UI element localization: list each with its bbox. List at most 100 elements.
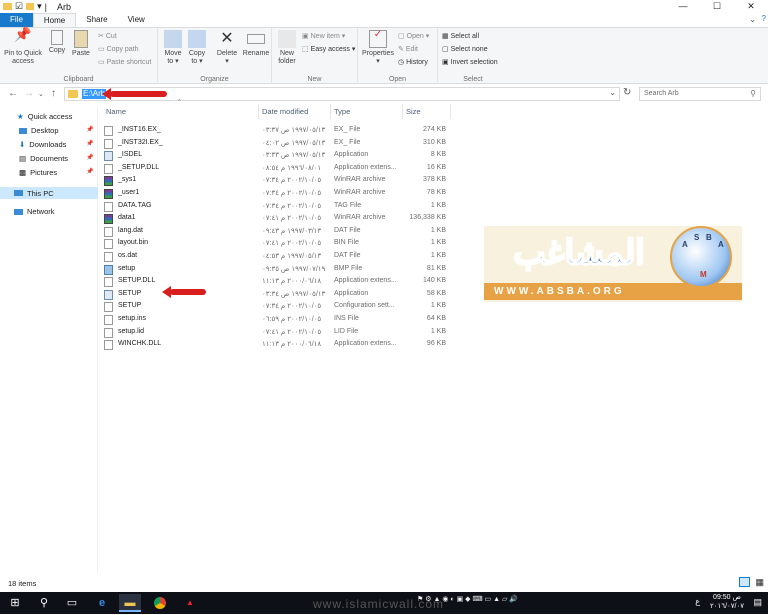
- sort-caret-icon: ^: [178, 99, 181, 105]
- up-arrow-icon[interactable]: ↑: [51, 88, 56, 99]
- search-input[interactable]: Search Arb ⚲: [639, 87, 761, 101]
- notifications-icon[interactable]: ▤: [753, 597, 762, 608]
- chrome-icon[interactable]: [149, 594, 171, 612]
- file-type: EX_ File: [334, 126, 361, 133]
- file-type: Application: [334, 289, 369, 297]
- copy-to-button[interactable]: Copy to ▾: [186, 30, 208, 66]
- file-size: 1 KB: [430, 302, 446, 310]
- edge-browser-icon[interactable]: e: [91, 594, 113, 612]
- column-separator[interactable]: [402, 104, 403, 119]
- properties-button[interactable]: ✓ Properties ▾: [360, 30, 396, 66]
- file-row[interactable]: setup.lid ٢٠٠٢/١٠/٠٥ م ٠٧:٤١ LID File 1 KB: [100, 326, 460, 338]
- details-view-icon[interactable]: [739, 577, 750, 587]
- nav-desktop[interactable]: Desktop: [19, 126, 59, 135]
- forward-arrow-icon[interactable]: →: [24, 88, 34, 99]
- file-row[interactable]: _INST32I.EX_ ١٩٩٧/٠٥/١٣ ص ٠٤:٠٢ EX_ File 31…: [100, 137, 460, 149]
- tray-icons[interactable]: ⚑ ⚙ ▲ ◉ ◐ ▣ ◆ ⌨ ▭ ▲ ▱ 🔊: [417, 595, 518, 603]
- file-row[interactable]: _ISDEL ١٩٩٧/٠٥/١٣ ص ٠٣:٣٣ Application 8 KB: [100, 149, 460, 162]
- app-icon[interactable]: ▲: [179, 594, 201, 612]
- file-row[interactable]: WINCHK.DLL ٢٠٠٠/٠٦/١٨ م ١١:١٣ Application …: [100, 338, 460, 351]
- select-all-button[interactable]: ▦ Select all: [442, 32, 479, 41]
- edit-icon: ✎: [398, 46, 404, 53]
- nav-network[interactable]: Network: [14, 207, 55, 216]
- invert-selection-button[interactable]: ▣ Invert selection: [442, 58, 498, 67]
- tab-file[interactable]: File: [0, 13, 33, 27]
- file-row[interactable]: _sys1 ٢٠٠٢/١٠/٠٥ م ٠٧:٣٤ WinRAR archive 378…: [100, 174, 460, 187]
- refresh-icon[interactable]: ↻: [623, 87, 631, 98]
- file-explorer-icon[interactable]: ▬: [119, 594, 141, 612]
- column-separator[interactable]: [258, 104, 259, 119]
- file-row[interactable]: SETUP.DLL ٢٠٠٠/٠٦/١٨ م ١١:١٣ Application e…: [100, 275, 460, 288]
- file-row[interactable]: _INST16.EX_ ١٩٩٧/٠٥/١٣ ص ٠٣:٣٧ EX_ File 274…: [100, 124, 460, 136]
- paste-shortcut-button[interactable]: ▭ Paste shortcut: [98, 58, 151, 67]
- file-row[interactable]: layout.bin ٢٠٠٢/١٠/٠٥ م ٠٧:٤١ BIN File 1 KB: [100, 237, 460, 250]
- help-icon[interactable]: ?: [762, 14, 766, 23]
- close-button[interactable]: ✕: [734, 0, 768, 13]
- easy-access-button[interactable]: ⬚ Easy access ▾: [302, 45, 355, 53]
- new-folder-button[interactable]: New folder: [275, 30, 299, 66]
- file-row[interactable]: SETUP ١٩٩٧/٠٥/١٣ ص ٠٣:٣٤ Application 58 KB: [100, 288, 460, 300]
- back-arrow-icon[interactable]: ←: [8, 88, 18, 99]
- file-row[interactable]: SETUP ٢٠٠٢/١٠/٠٥ م ٠٧:٣٤ Configuration set…: [100, 300, 460, 313]
- address-dropdown-icon[interactable]: ⌄: [609, 88, 616, 97]
- nav-this-pc[interactable]: This PC: [0, 187, 98, 199]
- file-row[interactable]: setup.ins ٢٠٠٢/١٠/٠٥ م ٠٦:٥٩ INS File 64 KB: [100, 313, 460, 325]
- new-item-button[interactable]: ▣ New item ▾: [302, 32, 345, 40]
- rename-button[interactable]: Rename: [242, 30, 270, 58]
- select-none-button[interactable]: ▢ Select none: [442, 45, 488, 54]
- maximize-button[interactable]: ☐: [700, 0, 734, 13]
- file-row[interactable]: lang.dat ١٩٩٧/٠٣/١٣ م ٠٩:٤٣ DAT File 1 KB: [100, 225, 460, 237]
- logo-arabic-text: المشاغب: [512, 232, 645, 274]
- customize-toolbar-icon[interactable]: ▾: [37, 1, 42, 12]
- column-name[interactable]: Name: [106, 107, 126, 116]
- column-separator[interactable]: [450, 104, 451, 119]
- minimize-button[interactable]: —: [666, 0, 700, 13]
- copy-label: Copy: [48, 47, 66, 54]
- column-separator[interactable]: [330, 104, 331, 119]
- tab-view[interactable]: View: [118, 13, 155, 27]
- input-language-indicator[interactable]: ع: [695, 597, 700, 606]
- tab-home[interactable]: Home: [32, 13, 77, 27]
- file-row[interactable]: os.dat ١٩٩٧/٠٥/١٣ م ٠٤:٥٣ DAT File 1 KB: [100, 250, 460, 262]
- window-title: Arb: [56, 1, 71, 12]
- open-button[interactable]: ▢ Open ▾: [398, 32, 429, 40]
- select-label: Select: [463, 76, 483, 83]
- properties-icon[interactable]: ☑: [15, 1, 23, 12]
- winrar-archive-icon: [104, 176, 113, 187]
- clock[interactable]: 09:50 ص ٢٠١٦/٠٧/٠٧: [710, 593, 744, 611]
- copy-path-button[interactable]: ▭ Copy path: [98, 45, 139, 54]
- address-bar: ← → ⌄ ↑ E:\Arb ⌄ ↻ Search Arb ⚲: [0, 85, 768, 103]
- delete-button[interactable]: ✕ Delete ▾: [214, 30, 240, 66]
- column-date[interactable]: Date modified: [262, 107, 308, 116]
- tab-share[interactable]: Share: [76, 13, 117, 27]
- start-windows-icon[interactable]: ⊞: [4, 594, 26, 612]
- pin-quick-access-button[interactable]: 📌 Pin to Quick access: [3, 27, 43, 66]
- cut-button[interactable]: ✂ Cut: [98, 32, 117, 41]
- task-view-icon[interactable]: ▭: [61, 594, 83, 612]
- history-button[interactable]: ◷ History: [398, 58, 428, 67]
- search-icon[interactable]: ⚲: [33, 594, 55, 612]
- column-type[interactable]: Type: [334, 107, 350, 116]
- recent-locations-icon[interactable]: ⌄: [38, 90, 44, 98]
- pin-icon: 📌: [86, 141, 94, 147]
- file-row[interactable]: setup ١٩٩٧/٠٧/١٩ ص ٠٩:٣٥ BMP File 81 KB: [100, 263, 460, 275]
- edit-button[interactable]: ✎ Edit: [398, 45, 418, 54]
- expand-ribbon-icon[interactable]: ⌄: [749, 15, 756, 24]
- paste-button[interactable]: Paste: [70, 30, 92, 58]
- nav-documents[interactable]: ▤ Documents: [19, 154, 68, 163]
- file-row[interactable]: DATA.TAG ٢٠٠٢/١٠/٠٥ م ٠٧:٣٤ TAG File 1 KB: [100, 200, 460, 212]
- nav-quick-access[interactable]: ★ Quick access: [17, 112, 72, 121]
- nav-downloads[interactable]: ⬇ Downloads: [19, 140, 66, 149]
- organize-group: Move to ▾ Copy to ▾ ✕ Delete ▾ Rename Organ…: [158, 28, 272, 84]
- large-icons-view-icon[interactable]: ▦: [755, 577, 764, 588]
- copy-button[interactable]: Copy: [46, 30, 68, 55]
- application-icon: [104, 151, 113, 162]
- nav-pictures[interactable]: ▩ Pictures: [19, 168, 57, 177]
- copy-path-icon: ▭: [98, 46, 105, 53]
- new-folder-icon[interactable]: [26, 3, 35, 10]
- move-to-button[interactable]: Move to ▾: [162, 30, 184, 66]
- column-size[interactable]: Size: [406, 107, 421, 116]
- file-row[interactable]: data1 ٢٠٠٢/١٠/٠٥ م ٠٧:٤١ WinRAR archive 136…: [100, 212, 460, 225]
- file-row[interactable]: _SETUP.DLL ١٩٩٦/٠٨/٠١ م ٠٨:٥٤ Application …: [100, 162, 460, 174]
- file-row[interactable]: _user1 ٢٠٠٢/١٠/٠٥ م ٠٧:٣٤ WinRAR archive 78…: [100, 187, 460, 199]
